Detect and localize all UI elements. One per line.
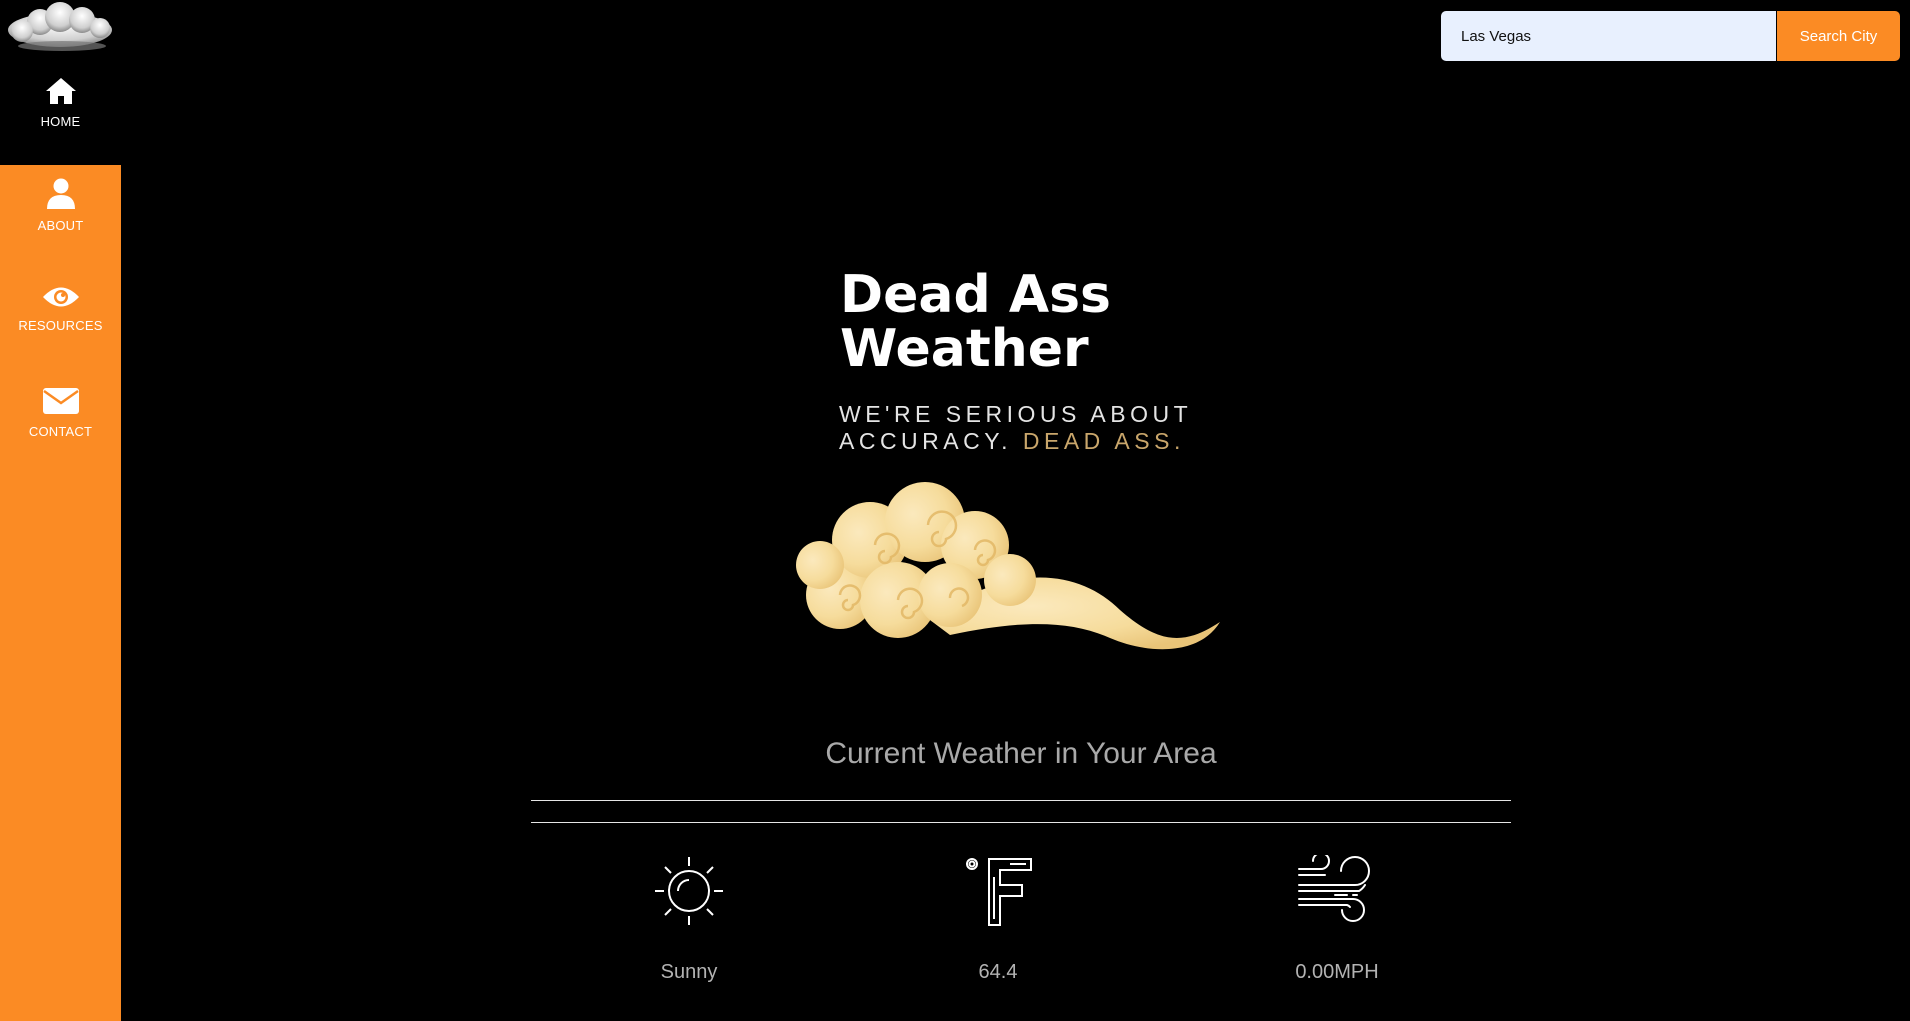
golden-cloud-icon [796,482,1220,650]
sidebar-item-label: HOME [40,114,81,129]
sun-icon [655,857,723,925]
wind-icon [1298,855,1370,922]
site-logo[interactable] [0,0,121,60]
tagline-start: ACCURACY. [839,428,1023,454]
sidebar-item-resources[interactable]: RESOURCES [0,284,121,333]
sidebar-item-label: CONTACT [28,424,93,439]
tagline-end: . [1173,428,1185,454]
hero-title-line2: Weather [840,319,1089,379]
tagline-line2: ACCURACY. DEAD ASS. [839,428,1259,455]
divider-bottom [531,822,1511,823]
eye-icon [42,287,79,307]
sidebar: HOME ABOUT RESOURCES CONTACT [0,0,121,1021]
search-input[interactable] [1441,11,1776,61]
wind-value: 0.00MPH [1295,961,1379,983]
sidebar-item-contact[interactable]: CONTACT [0,386,121,439]
divider-top [531,800,1511,801]
cloud-logo-icon [8,2,112,51]
envelope-icon [42,388,79,414]
sidebar-item-about[interactable]: ABOUT [0,178,121,233]
sidebar-item-home[interactable]: HOME [0,76,121,129]
weather-condition: Sunny [599,855,779,984]
sidebar-item-label: ABOUT [37,218,84,233]
sidebar-item-label: RESOURCES [18,318,103,333]
hero-title-line1: Dead Ass [840,265,1111,325]
weather-wind: 0.00MPH [1247,855,1427,984]
home-icon [45,78,76,104]
tagline-line1: WE'RE SERIOUS ABOUT [839,401,1193,427]
fahrenheit-icon [966,858,1032,926]
search-city-button[interactable]: Search City [1777,11,1900,61]
current-weather-heading: Current Weather in Your Area [825,737,1217,770]
hero-title: Dead Ass Weather [840,268,1220,376]
hero-tagline: WE'RE SERIOUS ABOUT ACCURACY. DEAD ASS. [839,401,1259,455]
user-icon [46,178,75,209]
weather-temperature: 64.4 [908,855,1088,984]
condition-value: Sunny [660,961,718,983]
temperature-value: 64.4 [978,961,1018,983]
page: HOME ABOUT RESOURCES CONTACT Las Vegas S… [0,0,1910,1021]
tagline-accent: DEAD ASS [1022,428,1174,454]
